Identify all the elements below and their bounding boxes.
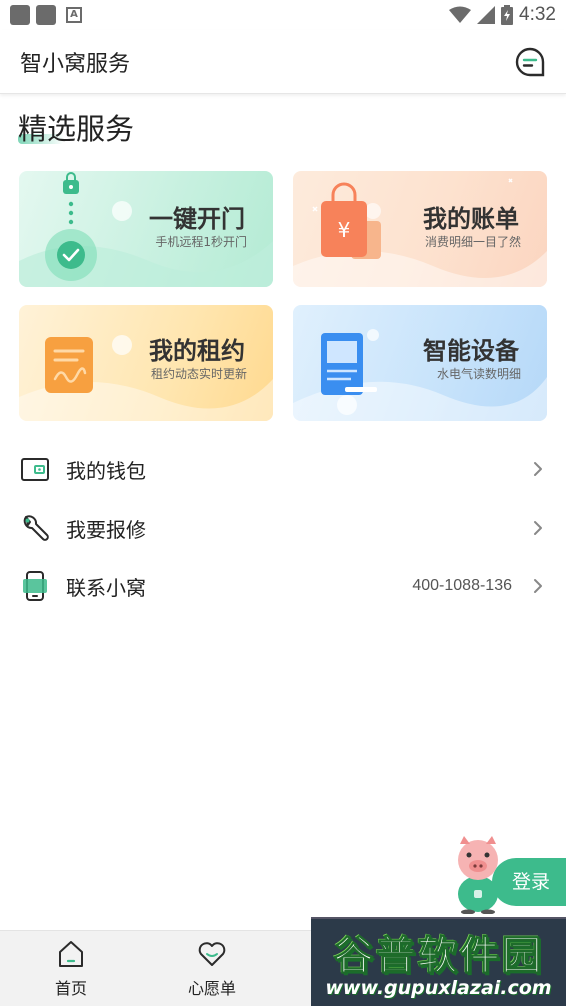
clock: 4:32	[519, 4, 556, 25]
wrench-icon	[23, 515, 49, 541]
status-bar: A 4:32	[0, 0, 566, 30]
list-item-label: 联系小窝	[66, 575, 146, 600]
list-item-contact[interactable]: 联系小窝 400-1088-136	[0, 557, 566, 615]
nav-item-home[interactable]: 首页	[26, 939, 116, 999]
card-subtitle: 手机远程1秒开门	[155, 235, 247, 249]
notification-icons: A	[10, 5, 82, 25]
wallet-icon	[21, 458, 49, 481]
card-smart-device[interactable]: 智能设备 水电气读数明细	[293, 305, 547, 421]
page-title: 智小窝服务	[20, 51, 131, 77]
watermark-title: 谷普软件园	[333, 933, 544, 980]
svg-text:¥: ¥	[338, 218, 351, 242]
chat-bubble-icon[interactable]	[514, 46, 546, 78]
system-icons: 4:32	[449, 4, 556, 26]
square-icon	[36, 5, 56, 25]
square-icon	[10, 5, 30, 25]
watermark-url: www.gupuxlazai.com	[325, 977, 552, 999]
hotline-number[interactable]: 400-1088-136	[412, 577, 512, 595]
card-title: 一键开门	[149, 205, 245, 233]
font-a-icon: A	[66, 7, 82, 23]
chevron-right-icon	[534, 462, 542, 476]
card-my-lease[interactable]: 我的租约 租约动态实时更新	[19, 305, 273, 421]
card-subtitle: 消费明细一目了然	[424, 235, 521, 249]
card-subtitle: 租约动态实时更新	[150, 367, 247, 381]
card-my-bill[interactable]: ¥ 我的账单 消费明细一目了然	[293, 171, 547, 287]
heart-icon	[198, 942, 226, 966]
list-item-label: 我要报修	[66, 517, 146, 542]
phone-icon	[23, 571, 47, 601]
wifi-icon	[449, 6, 472, 23]
card-open-door[interactable]: 一键开门 手机远程1秒开门	[19, 171, 273, 287]
chevron-right-icon	[534, 521, 542, 535]
app-screen: A 4:32 智小窝服务 精选服务 一键开门 手机远程1秒开门 ¥ 我的账单 消…	[0, 0, 566, 1006]
watermark: 谷普软件园 www.gupuxlazai.com	[311, 917, 566, 1006]
list-item-label: 我的钱包	[66, 458, 146, 483]
nav-item-wishlist[interactable]: 心愿单	[167, 939, 257, 999]
list-item-wallet[interactable]: 我的钱包	[0, 440, 566, 498]
app-bar: 智小窝服务	[0, 30, 566, 94]
nav-label: 首页	[54, 979, 87, 998]
card-title: 我的账单	[423, 205, 519, 233]
card-title: 我的租约	[149, 337, 245, 365]
signal-icon	[477, 6, 496, 24]
card-subtitle: 水电气读数明细	[436, 367, 521, 381]
nav-label: 心愿单	[187, 979, 236, 998]
section-title: 精选服务	[18, 112, 135, 146]
home-icon	[59, 941, 83, 967]
list-item-repair[interactable]: 我要报修	[0, 499, 566, 557]
login-floating[interactable]: 登录	[448, 832, 566, 914]
pig-mascot-icon	[458, 836, 498, 914]
chevron-right-icon	[534, 579, 542, 593]
card-title: 智能设备	[423, 337, 519, 365]
battery-icon	[501, 5, 514, 25]
